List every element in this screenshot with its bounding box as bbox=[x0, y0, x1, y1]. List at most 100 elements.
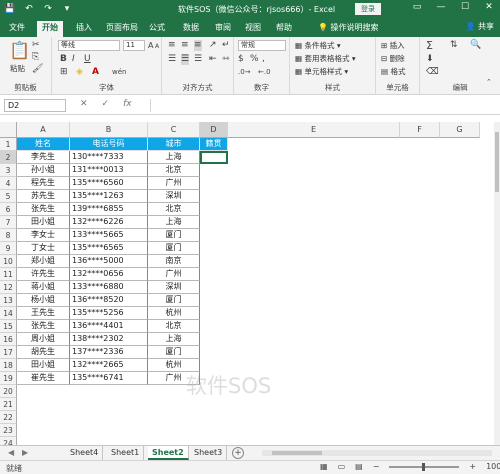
header-cell-c[interactable]: 城市 bbox=[148, 138, 200, 151]
table-cell[interactable]: 北京 bbox=[148, 203, 200, 216]
align-middle-icon[interactable]: ≡ bbox=[181, 40, 189, 51]
table-cell[interactable]: 孙小姐 bbox=[17, 164, 70, 177]
table-cell[interactable]: 杭州 bbox=[148, 307, 200, 320]
enter-icon[interactable]: ✓ bbox=[102, 99, 110, 109]
undo-icon[interactable]: ↶ bbox=[23, 3, 35, 15]
table-cell[interactable]: 程先生 bbox=[17, 177, 70, 190]
table-cell[interactable]: 上海 bbox=[148, 333, 200, 346]
horizontal-scroll-thumb[interactable] bbox=[272, 451, 322, 455]
row-header-16[interactable]: 16 bbox=[0, 333, 17, 346]
table-cell[interactable]: 139****6855 bbox=[70, 203, 148, 216]
zoom-slider-knob[interactable] bbox=[422, 462, 426, 471]
grow-font-icon[interactable]: A bbox=[148, 40, 153, 51]
table-cell[interactable]: 深圳 bbox=[148, 281, 200, 294]
name-box[interactable]: D2 bbox=[4, 99, 66, 112]
normal-view-icon[interactable]: ▦ bbox=[320, 462, 328, 471]
ribbon-display-icon[interactable]: ▭ bbox=[410, 2, 424, 12]
header-cell-b[interactable]: 电话号码 bbox=[70, 138, 148, 151]
sort-filter-icon[interactable]: ⇅ bbox=[450, 40, 458, 51]
row-header-19[interactable]: 19 bbox=[0, 372, 17, 385]
share-button[interactable]: 👤 共享 bbox=[465, 21, 494, 32]
table-cell[interactable]: 李先生 bbox=[17, 151, 70, 164]
header-cell-d[interactable]: 籍贯 bbox=[200, 138, 228, 151]
fill-icon[interactable]: ⬇ bbox=[426, 54, 434, 65]
tab-insert[interactable]: 插入 bbox=[71, 21, 97, 37]
column-header-b[interactable]: B bbox=[70, 122, 148, 138]
table-cell[interactable]: 132****2665 bbox=[70, 359, 148, 372]
table-cell[interactable]: 李女士 bbox=[17, 229, 70, 242]
column-header-d[interactable]: D bbox=[200, 122, 228, 138]
table-cell[interactable]: 136****5000 bbox=[70, 255, 148, 268]
save-icon[interactable]: 💾 bbox=[4, 3, 16, 15]
table-cell[interactable]: 137****2336 bbox=[70, 346, 148, 359]
align-right-icon[interactable]: ☰ bbox=[194, 54, 202, 65]
table-cell[interactable]: 136****4401 bbox=[70, 320, 148, 333]
cell-styles-button[interactable]: ▦ 单元格样式 ▾ bbox=[295, 66, 348, 77]
font-name-box[interactable]: 等线 bbox=[58, 40, 120, 51]
table-cell[interactable]: 135****6560 bbox=[70, 177, 148, 190]
zoom-level[interactable]: 100% bbox=[486, 462, 500, 471]
row-header-21[interactable]: 21 bbox=[0, 398, 17, 411]
table-cell[interactable]: 130****7333 bbox=[70, 151, 148, 164]
table-cell[interactable]: 杭州 bbox=[148, 359, 200, 372]
table-cell[interactable]: 厦门 bbox=[148, 229, 200, 242]
table-cell[interactable]: 郑小姐 bbox=[17, 255, 70, 268]
format-cells-button[interactable]: ▤ 格式 bbox=[381, 66, 405, 77]
shrink-font-icon[interactable]: A bbox=[155, 41, 159, 52]
sheet-next-icon[interactable]: ▶ bbox=[22, 448, 28, 457]
align-top-icon[interactable]: ≡ bbox=[168, 40, 176, 51]
row-header-22[interactable]: 22 bbox=[0, 411, 17, 424]
row-header-24[interactable]: 24 bbox=[0, 437, 17, 445]
tab-file[interactable]: 文件 bbox=[4, 21, 30, 37]
row-header-17[interactable]: 17 bbox=[0, 346, 17, 359]
minimize-icon[interactable]: — bbox=[434, 2, 448, 12]
decrease-decimal-icon[interactable]: ←.0 bbox=[258, 67, 271, 78]
italic-icon[interactable]: I bbox=[72, 54, 75, 65]
table-cell[interactable]: 上海 bbox=[148, 151, 200, 164]
worksheet-grid[interactable]: 软件SOS A B C D E F G 1 2 3 4 5 6 7 8 9 10 11 12 13 14 15 16 17 18… bbox=[0, 122, 494, 445]
table-cell[interactable]: 136****8520 bbox=[70, 294, 148, 307]
column-header-a[interactable]: A bbox=[17, 122, 70, 138]
table-cell[interactable]: 田小姐 bbox=[17, 216, 70, 229]
table-cell[interactable]: 杨小姐 bbox=[17, 294, 70, 307]
increase-decimal-icon[interactable]: .0→ bbox=[238, 67, 251, 78]
sheet-tab-sheet4[interactable]: Sheet4 bbox=[66, 446, 104, 460]
table-cell[interactable]: 厦门 bbox=[148, 346, 200, 359]
select-all-corner[interactable] bbox=[0, 122, 17, 138]
find-select-icon[interactable]: 🔍 bbox=[470, 40, 481, 51]
tab-data[interactable]: 数据 bbox=[178, 21, 204, 37]
fill-color-icon[interactable]: ◈ bbox=[76, 67, 83, 78]
align-bottom-icon[interactable]: ≡ bbox=[194, 40, 202, 51]
add-sheet-button[interactable]: + bbox=[232, 447, 244, 459]
orientation-icon[interactable]: ↗ bbox=[209, 40, 217, 51]
align-left-icon[interactable]: ☰ bbox=[168, 54, 176, 65]
customize-qat-icon[interactable]: ▾ bbox=[61, 3, 73, 15]
tab-formulas[interactable]: 公式 bbox=[144, 21, 170, 37]
border-icon[interactable]: ⊞ bbox=[60, 67, 68, 78]
table-cell[interactable]: 北京 bbox=[148, 320, 200, 333]
format-painter-icon[interactable]: 🖌 bbox=[32, 64, 43, 75]
row-header-14[interactable]: 14 bbox=[0, 307, 17, 320]
zoom-in-icon[interactable]: + bbox=[469, 462, 476, 471]
conditional-formatting-button[interactable]: ▦ 条件格式 ▾ bbox=[295, 40, 341, 51]
table-cell[interactable]: 厦门 bbox=[148, 242, 200, 255]
table-cell[interactable]: 厦门 bbox=[148, 294, 200, 307]
accounting-format-icon[interactable]: $ bbox=[238, 54, 244, 65]
phonetic-icon[interactable]: wén bbox=[112, 67, 126, 78]
row-header-13[interactable]: 13 bbox=[0, 294, 17, 307]
table-cell[interactable]: 135****6565 bbox=[70, 242, 148, 255]
row-header-11[interactable]: 11 bbox=[0, 268, 17, 281]
row-header-15[interactable]: 15 bbox=[0, 320, 17, 333]
table-cell[interactable]: 张先生 bbox=[17, 203, 70, 216]
row-header-20[interactable]: 20 bbox=[0, 385, 17, 398]
align-center-icon[interactable]: ☰ bbox=[181, 54, 190, 65]
decrease-indent-icon[interactable]: ⇤ bbox=[209, 54, 217, 65]
paste-label[interactable]: 粘贴 bbox=[10, 63, 25, 74]
row-header-8[interactable]: 8 bbox=[0, 229, 17, 242]
close-icon[interactable]: ✕ bbox=[482, 2, 496, 12]
paste-icon[interactable]: 📋 bbox=[9, 41, 30, 61]
font-color-icon[interactable]: A bbox=[92, 67, 99, 78]
table-cell[interactable]: 苏先生 bbox=[17, 190, 70, 203]
delete-cells-button[interactable]: ⊟ 删除 bbox=[381, 53, 405, 64]
table-cell[interactable]: 135****1263 bbox=[70, 190, 148, 203]
